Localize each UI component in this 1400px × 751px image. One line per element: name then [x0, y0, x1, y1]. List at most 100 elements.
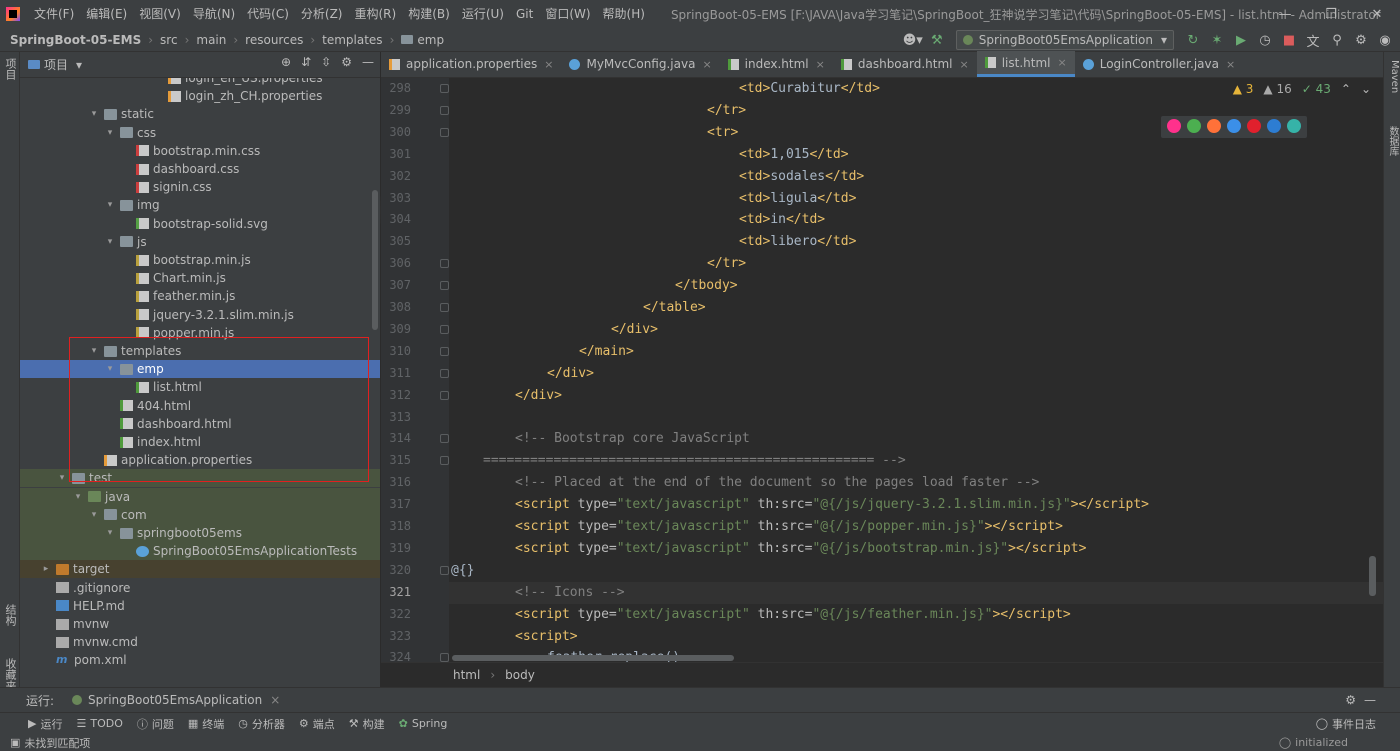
fold-marker-icon[interactable]	[440, 368, 449, 378]
menu-file[interactable]: 文件(F)	[28, 0, 80, 28]
breadcrumb-templates[interactable]: templates	[322, 33, 382, 47]
fold-marker-icon[interactable]	[440, 565, 449, 575]
debug-icon[interactable]: ✶	[1206, 30, 1228, 50]
tree-item[interactable]: mvnw	[20, 615, 380, 633]
fold-marker-icon[interactable]	[440, 84, 449, 93]
chevron-down-icon[interactable]: ▾	[104, 237, 116, 247]
code-line[interactable]: <script>	[515, 626, 578, 648]
code-line[interactable]: </tr>	[707, 100, 746, 122]
code-crumb-html[interactable]: html	[453, 668, 480, 682]
project-panel-title[interactable]: 项目	[44, 56, 68, 73]
tree-item[interactable]: mvnw.cmd	[20, 633, 380, 651]
code-line[interactable]: <td>sodales</td>	[739, 166, 864, 188]
close-tab-icon[interactable]: ×	[960, 58, 969, 71]
fold-marker-icon[interactable]	[440, 390, 449, 400]
build-hammer-icon[interactable]: ⚒	[926, 30, 948, 50]
menu-navigate[interactable]: 导航(N)	[187, 0, 241, 28]
tool-terminal[interactable]: ▦ 终端	[188, 716, 224, 732]
safari-icon[interactable]	[1227, 119, 1241, 133]
code-line[interactable]: <td>Curabitur</td>	[739, 78, 880, 100]
close-tab-icon[interactable]: ×	[702, 58, 711, 71]
tree-item[interactable]: feather.min.js	[20, 287, 380, 305]
fold-marker-icon[interactable]	[440, 303, 449, 312]
tree-item[interactable]: ▾ css	[20, 124, 380, 142]
code-line[interactable]: </tr>	[707, 253, 746, 275]
code-line[interactable]: </div>	[611, 319, 658, 341]
editor-horizontal-scrollbar[interactable]	[452, 655, 734, 661]
fold-marker-icon[interactable]	[440, 259, 449, 269]
code-editor[interactable]: 298 299 300 301 302 303 304 305 306 307 308 309 310 3…	[381, 78, 1383, 662]
opera-icon[interactable]	[1247, 119, 1261, 133]
close-tab-icon[interactable]: ×	[816, 58, 825, 71]
close-window-button[interactable]: ✕	[1354, 0, 1400, 28]
tree-item[interactable]: ▾ js	[20, 233, 380, 251]
stop-icon[interactable]: ■	[1278, 30, 1300, 50]
code-line[interactable]: </div>	[547, 363, 594, 385]
tree-item[interactable]: ▾ img	[20, 196, 380, 214]
tree-item[interactable]: bootstrap-solid.svg	[20, 215, 380, 233]
editor-tab[interactable]: LoginController.java ×	[1075, 51, 1243, 77]
tree-item[interactable]: ▸ target	[20, 560, 380, 579]
tree-item[interactable]: m pom.xml	[20, 651, 380, 669]
chevron-down-icon[interactable]: ▾	[76, 58, 82, 72]
breadcrumb-emp[interactable]: emp	[401, 33, 444, 47]
code-line[interactable]: <td>ligula</td>	[739, 188, 856, 210]
code-line[interactable]: <tr>	[707, 122, 738, 144]
internet-explorer-icon[interactable]	[1267, 119, 1281, 133]
code-line[interactable]: </table>	[643, 297, 706, 319]
close-icon[interactable]: ×	[270, 693, 280, 707]
tool-run[interactable]: ▶ 运行	[28, 716, 62, 732]
tree-item[interactable]: SpringBoot05EmsApplicationTests	[20, 542, 380, 561]
ide-logo-icon[interactable]: ◉	[1374, 30, 1396, 50]
tool-spring[interactable]: ✿ Spring	[399, 717, 448, 730]
menu-help[interactable]: 帮助(H)	[597, 0, 651, 28]
tree-item[interactable]: jquery-3.2.1.slim.min.js	[20, 306, 380, 324]
editor-vertical-scrollbar[interactable]	[1369, 556, 1376, 596]
code-line[interactable]: @{}	[451, 560, 474, 582]
menu-git[interactable]: Git	[510, 0, 539, 28]
inspection-widget[interactable]: ▲ 3 ▲ 16 ✓ 43 ⌃ ⌄	[1233, 82, 1371, 96]
tool-problems[interactable]: ⓘ 问题	[137, 716, 174, 732]
fold-marker-icon[interactable]	[440, 127, 449, 137]
gear-icon[interactable]: ⚙	[341, 55, 352, 69]
code-line[interactable]: </main>	[579, 341, 634, 363]
menu-edit[interactable]: 编辑(E)	[80, 0, 133, 28]
menu-run[interactable]: 运行(U)	[456, 0, 510, 28]
chevron-down-icon[interactable]: ▾	[88, 510, 100, 520]
code-line[interactable]: ========================================…	[483, 450, 906, 472]
chevron-down-icon[interactable]: ▾	[72, 492, 84, 502]
menu-analyze[interactable]: 分析(Z)	[295, 0, 349, 28]
fold-marker-icon[interactable]	[440, 434, 449, 444]
fold-marker-icon[interactable]	[440, 324, 449, 334]
code-line[interactable]: <script type="text/javascript" th:src="@…	[515, 516, 1063, 538]
hide-panel-icon[interactable]: —	[362, 55, 374, 69]
code-line[interactable]: <td>libero</td>	[739, 231, 856, 253]
code-line[interactable]: <!-- Placed at the end of the document s…	[515, 472, 1039, 494]
code-line[interactable]: <td>in</td>	[739, 209, 825, 231]
breadcrumb-main[interactable]: main	[196, 33, 226, 47]
close-tab-icon[interactable]: ×	[544, 58, 553, 71]
tree-item[interactable]: .gitignore	[20, 579, 380, 597]
tree-item[interactable]: ▾ springboot05ems	[20, 524, 380, 542]
editor-tab[interactable]: list.html ×	[976, 51, 1075, 77]
tree-item[interactable]: signin.css	[20, 178, 380, 196]
tree-item[interactable]: login_zh_CH.properties	[20, 87, 380, 105]
menu-view[interactable]: 视图(V)	[133, 0, 187, 28]
code-line[interactable]: <td>1,015</td>	[739, 144, 849, 166]
editor-tab[interactable]: MyMvcConfig.java ×	[561, 51, 719, 77]
rerun-icon[interactable]: ↻	[1182, 30, 1204, 50]
tree-item[interactable]: Chart.min.js	[20, 269, 380, 287]
code-line[interactable]: <script type="text/javascript" th:src="@…	[515, 604, 1071, 626]
code-crumb-body[interactable]: body	[505, 668, 535, 682]
profile-icon[interactable]: ◷	[1254, 30, 1276, 50]
chevron-down-icon[interactable]: ▾	[104, 128, 116, 138]
chevron-down-icon[interactable]: ▾	[104, 200, 116, 210]
run-tab[interactable]: SpringBoot05EmsApplication ×	[72, 693, 280, 707]
close-tab-icon[interactable]: ×	[1058, 56, 1067, 69]
tree-item[interactable]: ▾ static	[20, 105, 380, 123]
tree-item[interactable]: dashboard.css	[20, 160, 380, 178]
fold-marker-icon[interactable]	[440, 281, 449, 291]
tree-item[interactable]: bootstrap.min.js	[20, 251, 380, 269]
maven-tool-tab[interactable]: Maven	[1385, 60, 1400, 93]
structure-tool-tab[interactable]: 结构	[2, 604, 18, 626]
